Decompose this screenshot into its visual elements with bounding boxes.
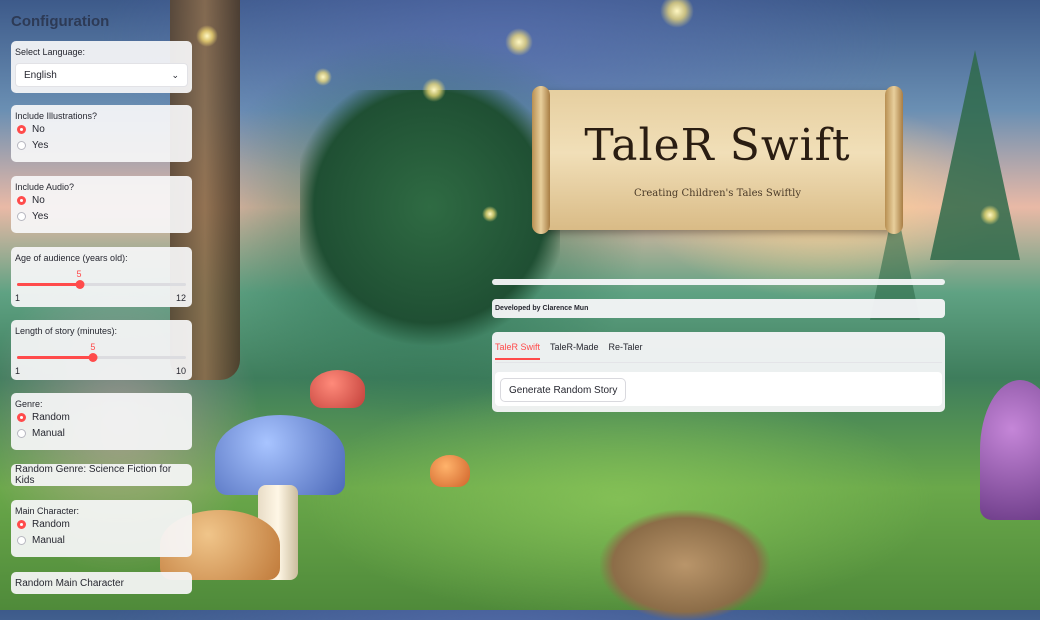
mushroom-decoration [215,415,345,495]
generate-random-story-button[interactable]: Generate Random Story [500,378,627,402]
firefly-glow [980,205,1000,225]
radio-selected-icon[interactable] [17,519,26,529]
sidebar-title: Configuration [11,13,110,30]
random-genre-info: Random Genre: Science Fiction for Kids [11,464,192,486]
age-slider-fill [17,283,80,286]
length-slider-thumb[interactable] [88,353,98,362]
genre-card: Genre: Random Manual [11,393,192,450]
age-label: Age of audience (years old): [15,253,128,263]
language-card: Select Language: English ⌄ [11,41,192,93]
age-slider-max: 12 [175,293,186,303]
developer-credit: Developed by Clarence Mun [492,299,945,318]
radio-label: Manual [32,427,65,439]
app-title: TaleR Swift [584,120,851,171]
length-label: Length of story (minutes): [15,326,118,336]
radio-selected-icon[interactable] [17,195,26,205]
sidebar: Configuration Select Language: English ⌄… [0,0,200,610]
audio-card: Include Audio? No Yes [11,176,192,233]
language-value: English [24,69,57,81]
genre-option-manual[interactable]: Manual [15,425,188,441]
firefly-glow [422,78,446,102]
radio-label: No [32,194,45,206]
audio-option-yes[interactable]: Yes [15,208,188,224]
length-slider-track[interactable] [17,353,186,362]
radio-label: Yes [32,139,49,151]
genre-option-random[interactable]: Random [15,409,188,425]
firefly-glow [314,68,332,86]
illustrations-option-no[interactable]: No [15,121,188,137]
radio-label: No [32,123,45,135]
age-slider-value: 5 [76,269,82,279]
mushroom-decoration [980,380,1040,520]
radio-label: Yes [32,210,49,222]
illustrations-card: Include Illustrations? No Yes [11,105,192,162]
radio-icon[interactable] [17,211,26,221]
illustrations-label: Include Illustrations? [15,111,98,121]
tabs-panel: TaleR Swift TaleR-Made Re-Taler Generate… [492,332,945,412]
tab-bar: TaleR Swift TaleR-Made Re-Taler [495,340,942,363]
length-slider-fill [17,356,94,359]
main-character-option-random[interactable]: Random [15,516,188,532]
audio-option-no[interactable]: No [15,192,188,208]
main-character-card: Main Character: Random Manual [11,500,192,557]
tab-taler-swift[interactable]: TaleR Swift [495,340,541,360]
radio-label: Random [32,518,70,530]
radio-selected-icon[interactable] [17,412,26,422]
age-card: Age of audience (years old): 5 1 12 [11,247,192,307]
age-slider[interactable]: 5 1 12 [15,263,188,303]
length-card: Length of story (minutes): 5 1 10 [11,320,192,380]
title-scroll-banner: TaleR Swift Creating Children's Tales Sw… [532,86,903,234]
mushroom-decoration [310,370,365,408]
radio-label: Random [32,411,70,423]
tab-content: Generate Random Story [495,372,942,406]
audio-label: Include Audio? [15,182,75,192]
age-slider-track[interactable] [17,280,186,289]
mushroom-decoration [430,455,470,487]
genre-label: Genre: [15,399,43,409]
tab-re-taler[interactable]: Re-Taler [609,340,643,360]
radio-icon[interactable] [17,428,26,438]
random-main-character-info: Random Main Character [11,572,192,594]
language-select[interactable]: English ⌄ [15,63,188,87]
tab-taler-made[interactable]: TaleR-Made [550,340,599,360]
length-slider-max: 10 [175,366,186,376]
length-slider-value: 5 [90,342,96,352]
firefly-glow [660,0,694,28]
chevron-down-icon: ⌄ [171,69,179,80]
main-character-option-manual[interactable]: Manual [15,532,188,548]
forest-path-decoration [600,510,770,620]
divider-bar [492,279,945,285]
radio-label: Manual [32,534,65,546]
radio-icon[interactable] [17,140,26,150]
firefly-glow [505,28,533,56]
age-slider-min: 1 [15,293,21,303]
illustrations-option-yes[interactable]: Yes [15,137,188,153]
radio-icon[interactable] [17,535,26,545]
age-slider-thumb[interactable] [75,280,85,289]
length-slider-min: 1 [15,366,21,376]
main-character-label: Main Character: [15,506,80,516]
firefly-glow [482,206,498,222]
app-subtitle: Creating Children's Tales Swiftly [633,188,802,199]
length-slider[interactable]: 5 1 10 [15,336,188,376]
language-label: Select Language: [15,47,86,57]
radio-selected-icon[interactable] [17,124,26,134]
pine-tree-decoration [930,50,1020,260]
